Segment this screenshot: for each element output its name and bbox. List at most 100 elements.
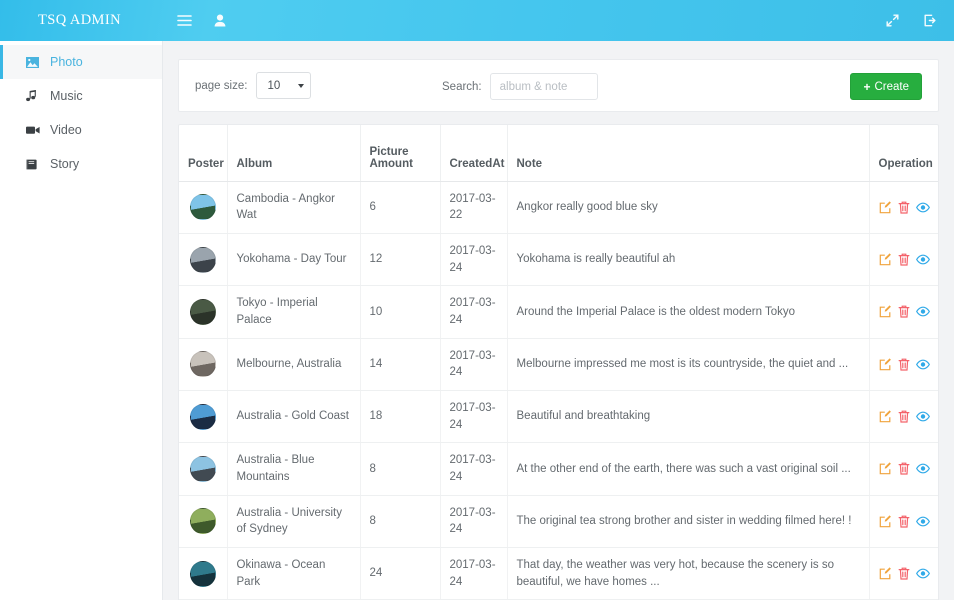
poster-thumbnail[interactable]: [190, 247, 216, 273]
trash-icon[interactable]: [898, 567, 910, 580]
search-label: Search:: [442, 81, 482, 93]
poster-thumbnail[interactable]: [190, 404, 216, 430]
table-row: Australia - Blue Mountains82017-03-24At …: [179, 443, 939, 495]
top-header-bar: TSQ ADMIN: [0, 0, 954, 41]
column-header-amount-line1: Picture: [370, 146, 431, 158]
cell-operation: [869, 390, 939, 442]
expand-arrows-icon[interactable]: [886, 14, 899, 27]
cell-note: Beautiful and breathtaking: [507, 390, 869, 442]
trash-icon[interactable]: [898, 358, 910, 371]
table-header-row: Poster Album Picture Amount CreatedAt No…: [179, 125, 939, 181]
cell-poster: [179, 495, 227, 547]
cell-album: Tokyo - Imperial Palace: [227, 286, 360, 338]
trash-icon[interactable]: [898, 305, 910, 318]
sidebar-item-story[interactable]: Story: [0, 147, 162, 181]
video-camera-icon: [26, 125, 50, 135]
cell-createdat: 2017-03-24: [440, 233, 507, 285]
edit-icon[interactable]: [879, 305, 892, 318]
edit-icon[interactable]: [879, 567, 892, 580]
edit-icon[interactable]: [879, 462, 892, 475]
poster-thumbnail[interactable]: [190, 561, 216, 587]
logout-icon[interactable]: [923, 14, 936, 27]
cell-picture-amount: 12: [360, 233, 440, 285]
eye-icon[interactable]: [916, 306, 930, 317]
column-header-createdat: CreatedAt: [440, 125, 507, 181]
sidebar-item-video[interactable]: Video: [0, 113, 162, 147]
poster-thumbnail[interactable]: [190, 299, 216, 325]
edit-icon[interactable]: [879, 515, 892, 528]
row-operations: [879, 358, 933, 371]
cell-createdat: 2017-03-24: [440, 547, 507, 599]
cell-note: That day, the weather was very hot, beca…: [507, 547, 869, 599]
column-header-note: Note: [507, 125, 869, 181]
main-content: page size: 10 Search: + Create Poster: [163, 41, 954, 600]
hamburger-icon[interactable]: [177, 14, 192, 27]
cell-note: The original tea strong brother and sist…: [507, 495, 869, 547]
table-row: Australia - University of Sydney82017-03…: [179, 495, 939, 547]
header-right-icon-group: [886, 14, 954, 27]
cell-createdat: 2017-03-24: [440, 286, 507, 338]
photo-table-card: Poster Album Picture Amount CreatedAt No…: [178, 124, 939, 600]
trash-icon[interactable]: [898, 462, 910, 475]
sidebar-item-label: Video: [50, 123, 82, 137]
poster-thumbnail[interactable]: [190, 456, 216, 482]
create-button[interactable]: + Create: [850, 73, 922, 100]
eye-icon[interactable]: [916, 359, 930, 370]
cell-album: Yokohama - Day Tour: [227, 233, 360, 285]
column-header-amount-line2: Amount: [370, 158, 431, 170]
cell-album: Cambodia - Angkor Wat: [227, 181, 360, 233]
sidebar-item-music[interactable]: Music: [0, 79, 162, 113]
header-left-icon-group: [163, 14, 226, 27]
page-size-label: page size:: [195, 80, 247, 92]
trash-icon[interactable]: [898, 515, 910, 528]
cell-poster: [179, 233, 227, 285]
cell-operation: [869, 495, 939, 547]
trash-icon[interactable]: [898, 201, 910, 214]
row-operations: [879, 410, 933, 423]
page-size-select[interactable]: 10: [256, 72, 311, 99]
eye-icon[interactable]: [916, 568, 930, 579]
trash-icon[interactable]: [898, 410, 910, 423]
table-row: Okinawa - Ocean Park242017-03-24That day…: [179, 547, 939, 599]
chevron-down-icon: [298, 84, 304, 88]
sidebar-nav-list: Photo Music Video: [0, 45, 162, 181]
cell-operation: [869, 286, 939, 338]
edit-icon[interactable]: [879, 201, 892, 214]
sidebar-item-photo[interactable]: Photo: [0, 45, 162, 79]
column-header-poster: Poster: [179, 125, 227, 181]
cell-album: Melbourne, Australia: [227, 338, 360, 390]
poster-thumbnail[interactable]: [190, 351, 216, 377]
table-row: Tokyo - Imperial Palace102017-03-24Aroun…: [179, 286, 939, 338]
user-icon[interactable]: [214, 14, 226, 27]
poster-thumbnail[interactable]: [190, 508, 216, 534]
brand-title: TSQ ADMIN: [0, 0, 163, 41]
edit-icon[interactable]: [879, 410, 892, 423]
edit-icon[interactable]: [879, 253, 892, 266]
cell-picture-amount: 8: [360, 443, 440, 495]
column-header-album: Album: [227, 125, 360, 181]
cell-picture-amount: 24: [360, 547, 440, 599]
cell-picture-amount: 10: [360, 286, 440, 338]
trash-icon[interactable]: [898, 253, 910, 266]
cell-picture-amount: 6: [360, 181, 440, 233]
table-body: Cambodia - Angkor Wat62017-03-22Angkor r…: [179, 181, 939, 600]
search-input[interactable]: [490, 73, 598, 100]
eye-icon[interactable]: [916, 516, 930, 527]
cell-picture-amount: 18: [360, 390, 440, 442]
cell-note: Melbourne impressed me most is its count…: [507, 338, 869, 390]
column-header-picture-amount: Picture Amount: [360, 125, 440, 181]
eye-icon[interactable]: [916, 254, 930, 265]
image-icon: [26, 57, 50, 68]
poster-thumbnail[interactable]: [190, 194, 216, 220]
cell-album: Australia - Gold Coast: [227, 390, 360, 442]
eye-icon[interactable]: [916, 411, 930, 422]
edit-icon[interactable]: [879, 358, 892, 371]
cell-picture-amount: 8: [360, 495, 440, 547]
eye-icon[interactable]: [916, 463, 930, 474]
eye-icon[interactable]: [916, 202, 930, 213]
plus-icon: +: [863, 81, 870, 93]
book-icon: [26, 159, 50, 170]
cell-operation: [869, 547, 939, 599]
column-header-operation: Operation: [869, 125, 939, 181]
row-operations: [879, 515, 933, 528]
